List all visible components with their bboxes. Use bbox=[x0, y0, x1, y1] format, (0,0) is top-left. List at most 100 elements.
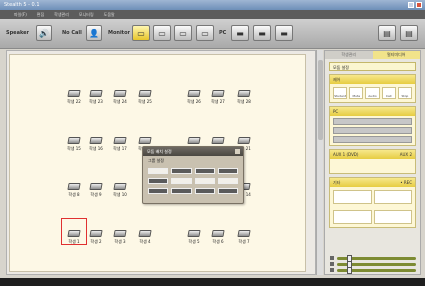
pc-icon: ▬ bbox=[258, 28, 266, 38]
tool-button-2[interactable]: ▤ bbox=[400, 25, 418, 41]
control-group-title: 제어 bbox=[330, 75, 415, 84]
speaker-button[interactable]: 🔊 bbox=[36, 25, 52, 41]
dialog-field[interactable] bbox=[171, 178, 192, 184]
student-computer[interactable]: 학생 15 bbox=[63, 137, 85, 153]
dialog-field[interactable] bbox=[171, 168, 192, 174]
tool-button-1[interactable]: ▤ bbox=[378, 25, 396, 41]
computer-icon bbox=[67, 90, 81, 97]
monitor-button-3[interactable]: ▭ bbox=[174, 25, 192, 41]
menu-item-students[interactable]: 학생관리 bbox=[54, 12, 69, 17]
pc-option-row[interactable] bbox=[333, 127, 412, 134]
computer-icon bbox=[113, 230, 127, 237]
dialog-field[interactable] bbox=[217, 168, 238, 174]
menu-item-monitor[interactable]: 모니터링 bbox=[79, 12, 94, 17]
monitor-label: Monitor bbox=[108, 30, 130, 36]
dialog-field[interactable] bbox=[194, 168, 215, 174]
computer-icon bbox=[237, 137, 251, 144]
dialog-title: 모둠 배치 설정 bbox=[143, 147, 243, 156]
headphone-icon bbox=[330, 268, 334, 272]
audio-button[interactable]: Audio bbox=[365, 87, 380, 99]
dialog-field[interactable] bbox=[194, 178, 215, 184]
slider-knob[interactable] bbox=[347, 266, 352, 274]
monitor-icon: ▭ bbox=[201, 28, 209, 38]
monitor-button-4[interactable]: ▭ bbox=[196, 25, 214, 41]
computer-icon bbox=[138, 90, 152, 97]
student-computer[interactable]: 학생 4 bbox=[134, 230, 156, 246]
student-computer[interactable]: 학생 7 bbox=[233, 230, 255, 246]
stop-button[interactable]: Stop bbox=[397, 87, 413, 99]
dialog-field[interactable] bbox=[217, 188, 238, 194]
speaker-icon bbox=[330, 256, 334, 260]
computer-icon bbox=[237, 230, 251, 237]
menu-item-file[interactable]: 파일(F) bbox=[14, 12, 27, 17]
dialog-field[interactable] bbox=[217, 178, 238, 184]
menu-item-help[interactable]: 도움말 bbox=[104, 12, 115, 17]
student-label: 학생 8 bbox=[68, 192, 80, 197]
student-computer[interactable]: 학생 26 bbox=[183, 90, 205, 106]
dialog-row bbox=[143, 176, 243, 186]
computer-icon bbox=[237, 90, 251, 97]
computer-icon bbox=[113, 183, 127, 190]
pc-icon: ▬ bbox=[236, 28, 244, 38]
selected-student-highlight bbox=[61, 218, 87, 245]
dialog-close-button[interactable] bbox=[235, 149, 240, 154]
student-button[interactable]: Student bbox=[333, 87, 348, 99]
dialog-field[interactable] bbox=[171, 188, 192, 194]
student-computer[interactable]: 학생 25 bbox=[134, 90, 156, 106]
pc-option-row[interactable] bbox=[333, 136, 412, 143]
speaker-icon: 🔊 bbox=[39, 28, 49, 38]
monitor-button-1[interactable]: ▭ bbox=[132, 25, 150, 41]
student-computer[interactable]: 학생 23 bbox=[85, 90, 107, 106]
no-call-button[interactable]: 👤 bbox=[86, 25, 102, 41]
scroll-thumb[interactable] bbox=[318, 60, 323, 140]
title-bar: Stealth 5 - 0.1 bbox=[0, 0, 425, 10]
student-computer[interactable]: 학생 3 bbox=[109, 230, 131, 246]
tab-multimedia[interactable]: 멀티미디어 bbox=[372, 51, 420, 59]
dialog-row bbox=[143, 186, 243, 196]
vertical-scrollbar[interactable] bbox=[316, 50, 323, 275]
call-button[interactable]: Call bbox=[381, 87, 396, 99]
student-label: 학생 6 bbox=[212, 239, 224, 244]
student-computer[interactable]: 학생 8 bbox=[63, 183, 85, 199]
student-computer[interactable]: 학생 5 bbox=[183, 230, 205, 246]
dialog-row bbox=[143, 166, 243, 176]
student-computer[interactable]: 학생 17 bbox=[109, 137, 131, 153]
pc-button-1[interactable]: ▬ bbox=[231, 25, 249, 41]
dialog-field[interactable] bbox=[194, 188, 215, 194]
rec-button[interactable]: • REC bbox=[400, 180, 412, 185]
dialog-field[interactable] bbox=[148, 168, 169, 174]
other-option[interactable] bbox=[373, 190, 412, 204]
monitor-button-2[interactable]: ▭ bbox=[153, 25, 171, 41]
computer-icon bbox=[67, 137, 81, 144]
close-button[interactable] bbox=[416, 2, 422, 8]
tab-students[interactable]: 학생관리 bbox=[325, 51, 373, 59]
student-computer[interactable]: 학생 6 bbox=[207, 230, 229, 246]
student-computer[interactable]: 학생 10 bbox=[109, 183, 131, 199]
minimize-button[interactable] bbox=[408, 2, 414, 8]
other-option[interactable] bbox=[333, 210, 372, 224]
other-option[interactable] bbox=[373, 210, 412, 224]
student-label: 학생 24 bbox=[113, 99, 127, 104]
pc-button-3[interactable]: ▬ bbox=[275, 25, 293, 41]
student-computer[interactable]: 학생 24 bbox=[109, 90, 131, 106]
pc-option-row[interactable] bbox=[333, 118, 412, 125]
pc-button-2[interactable]: ▬ bbox=[253, 25, 271, 41]
dialog-field[interactable] bbox=[148, 188, 169, 194]
other-option[interactable] bbox=[333, 190, 372, 204]
student-computer[interactable]: 학생 9 bbox=[85, 183, 107, 199]
student-computer[interactable]: 학생 16 bbox=[85, 137, 107, 153]
aux2-label[interactable]: AUX 2 bbox=[400, 152, 412, 157]
menu-item-edit[interactable]: 편집 bbox=[37, 12, 44, 17]
student-computer[interactable]: 학생 2 bbox=[85, 230, 107, 246]
student-computer[interactable]: 학생 27 bbox=[207, 90, 229, 106]
student-computer[interactable]: 학생 28 bbox=[233, 90, 255, 106]
mute-button[interactable]: Mute bbox=[349, 87, 364, 99]
student-computer[interactable]: 학생 22 bbox=[63, 90, 85, 106]
other-group-header: 기타 • REC bbox=[330, 178, 415, 187]
window-icon: ▤ bbox=[383, 28, 391, 38]
dialog-field[interactable] bbox=[148, 178, 169, 184]
group-setup-button[interactable]: 모둠 설정 bbox=[329, 62, 416, 71]
window-title: Stealth 5 - 0.1 bbox=[4, 2, 40, 8]
aux1-label[interactable]: AUX 1 (DVD) bbox=[333, 152, 358, 157]
no-call-label: No Call bbox=[62, 30, 82, 36]
